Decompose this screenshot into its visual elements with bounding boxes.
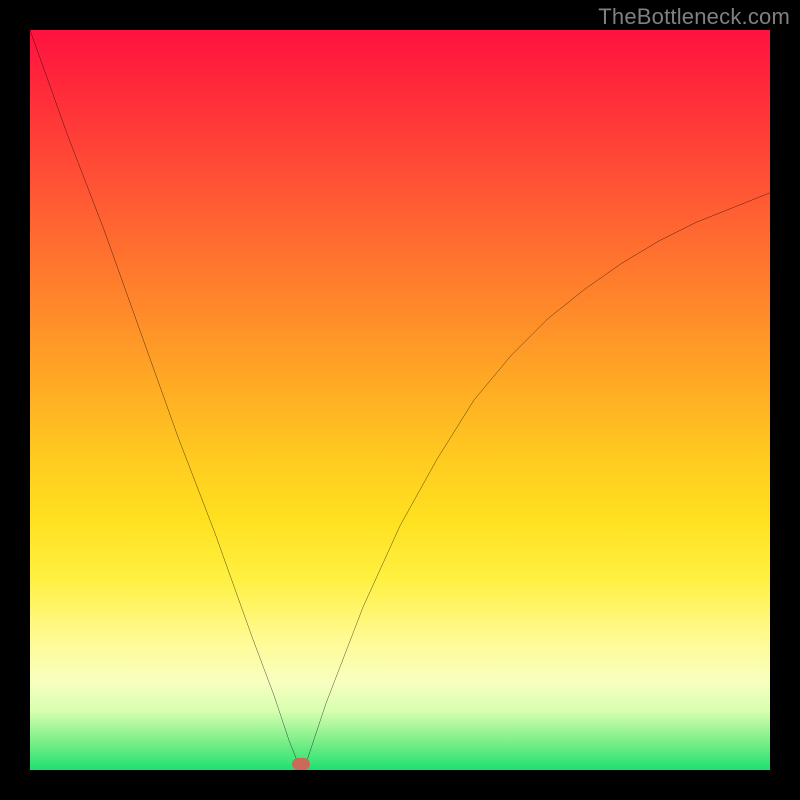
bottleneck-curve (30, 30, 770, 770)
chart-frame: TheBottleneck.com (0, 0, 800, 800)
optimal-marker (292, 758, 310, 770)
watermark-text: TheBottleneck.com (598, 4, 790, 30)
plot-area (30, 30, 770, 770)
